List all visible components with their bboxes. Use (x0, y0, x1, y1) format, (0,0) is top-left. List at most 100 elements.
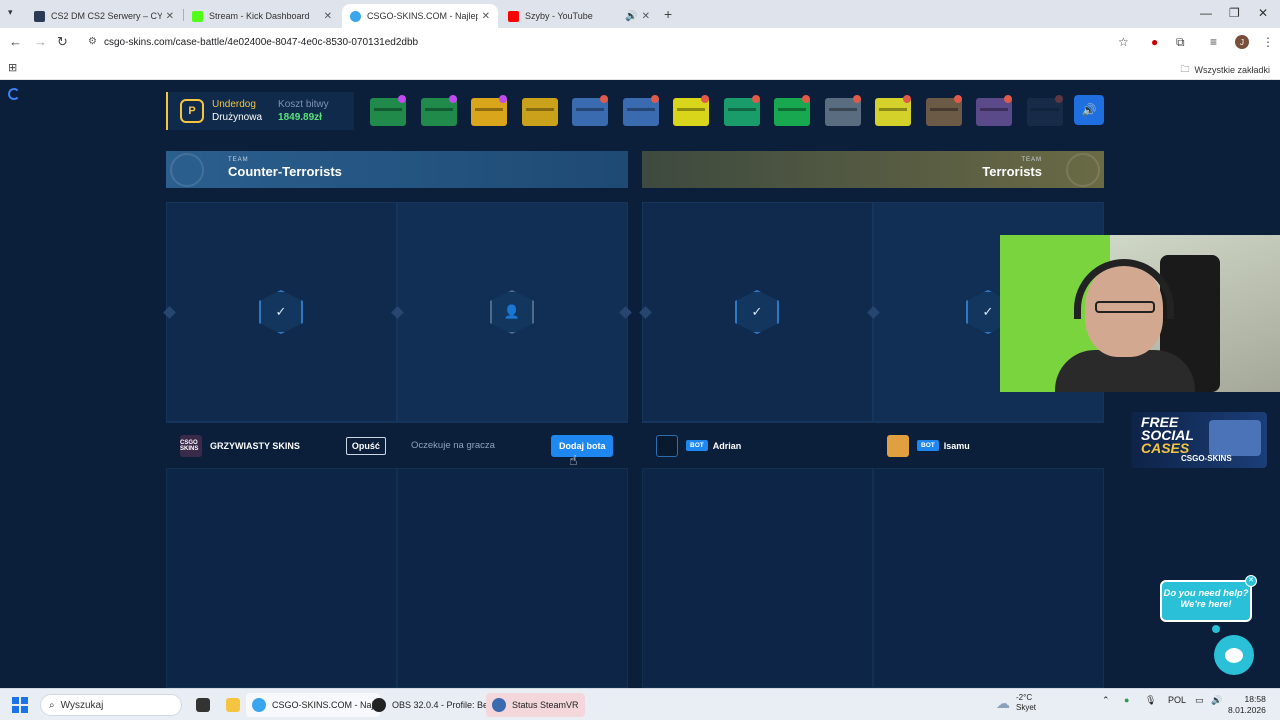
free-social-cases-banner[interactable]: FREE SOCIAL CASES CSGO-SKINS (1131, 412, 1267, 468)
extensions-puzzle-icon[interactable]: ⧉ (1176, 35, 1185, 50)
case-item[interactable] (370, 95, 406, 126)
case-item[interactable] (824, 95, 861, 126)
t-emblem-icon (1066, 153, 1100, 187)
team-t-banner: TEAM Terrorists (642, 151, 1104, 188)
display-icon[interactable]: ▭ (1195, 695, 1204, 706)
new-tab-icon[interactable]: + (664, 6, 672, 22)
forward-icon[interactable]: → (34, 34, 47, 49)
add-bot-button[interactable]: Dodaj bota (550, 434, 614, 457)
minimize-icon[interactable]: — (1200, 6, 1212, 20)
system-clock[interactable]: 18:58 8.01.2026 (1228, 694, 1266, 716)
task-view-icon[interactable] (190, 693, 216, 717)
folder-icon: 🗀 (1180, 64, 1190, 74)
tab-cs2-servers[interactable]: CS2 DM CS2 Serwery – CYBERS ✕ (26, 4, 182, 28)
kick-favicon-icon (192, 10, 203, 22)
reload-icon[interactable]: ↻ (57, 34, 68, 50)
case-badge-icon (1004, 95, 1012, 103)
tab-title: CS2 DM CS2 Serwery – CYBERS (51, 11, 162, 21)
case-item[interactable] (1026, 95, 1063, 126)
windows-start-icon[interactable] (12, 697, 28, 713)
chat-button[interactable] (1214, 635, 1254, 675)
case-badge-icon (650, 95, 659, 103)
promo-text: FREE SOCIAL CASES (1141, 415, 1194, 455)
media-controls-icon[interactable]: ≡ (1210, 35, 1217, 49)
windows-taskbar: ⌕ Wyszukaj CSGO-SKINS.COM - Naj OBS 32.0… (0, 688, 1280, 720)
close-icon[interactable]: ✕ (166, 11, 174, 22)
case-item[interactable] (420, 95, 457, 126)
clock-date: 8.01.2026 (1228, 705, 1266, 715)
chat-icon (1225, 647, 1243, 663)
help-bubble[interactable]: Do you need help? We're here! ✕ (1160, 575, 1257, 622)
address-bar[interactable]: ⚙ csgo-skins.com/case-battle/4e02400e-80… (80, 31, 1140, 53)
apps-grid-icon[interactable]: ⊞ (8, 61, 17, 74)
menu-icon[interactable]: ⋮ (1262, 35, 1274, 49)
close-icon[interactable]: ✕ (1245, 575, 1257, 587)
mode-line1: Underdog (212, 99, 256, 110)
volume-icon[interactable]: 🔊 (1211, 695, 1222, 706)
all-bookmarks[interactable]: 🗀 Wszystkie zakładki (1180, 62, 1270, 78)
weather-widget[interactable]: ☁ -2°C Skyet (996, 693, 1036, 713)
cost-label: Koszt bitwy (278, 99, 329, 110)
site-info-icon[interactable]: ⚙ (88, 36, 97, 47)
tab-kick-dashboard[interactable]: Stream - Kick Dashboard ✕ (184, 4, 340, 28)
case-item[interactable] (774, 95, 810, 126)
team-small-label: TEAM (1021, 157, 1042, 163)
close-icon[interactable]: ✕ (642, 11, 650, 22)
help-line1: Do you need help? (1163, 588, 1249, 599)
close-icon[interactable]: ✕ (482, 11, 490, 22)
close-window-icon[interactable]: ✕ (1258, 6, 1268, 20)
weather-desc: Skyet (1016, 703, 1037, 712)
case-item[interactable] (622, 95, 659, 126)
promo-brand: CSGO-SKINS (1181, 454, 1232, 463)
case-item[interactable] (673, 95, 709, 126)
team-small-label: TEAM (228, 157, 249, 163)
taskbar-app-obs[interactable]: OBS 32.0.4 - Profile: Bez (366, 693, 499, 717)
case-item[interactable] (521, 98, 558, 126)
taskbar-search[interactable]: ⌕ Wyszukaj (40, 694, 182, 716)
speaker-icon: 🔊 (1081, 103, 1097, 117)
case-item[interactable] (976, 95, 1012, 126)
player-name: Adrian (712, 440, 742, 451)
search-placeholder: Wyszukaj (60, 699, 104, 711)
leave-button[interactable]: Opuść (345, 436, 386, 455)
mode-line2: Drużynowa (212, 112, 263, 123)
tray-app-icon[interactable]: ● (1124, 695, 1129, 705)
case-item[interactable] (723, 95, 760, 126)
tab-search-icon[interactable]: ▾ (8, 7, 13, 18)
tab-youtube[interactable]: Szyby - YouTube 🔊 ✕ (500, 4, 658, 28)
extension-opera-icon[interactable]: ● (1151, 35, 1158, 49)
case-item[interactable] (925, 95, 962, 126)
bookmark-star-icon[interactable]: ☆ (1118, 35, 1129, 49)
url-text: csgo-skins.com/case-battle/4e02400e-8047… (104, 36, 419, 48)
player-row-2: Oczekuje na gracza Dodaj bota (397, 422, 628, 468)
player-row-4: BOT Isamu (873, 422, 1104, 468)
player-row-1: CSGO SKINS GRZYWIASTY SKINS Opuść (166, 422, 397, 468)
tray-overflow-icon[interactable]: ⌃ (1102, 695, 1110, 706)
file-explorer-icon[interactable] (220, 693, 246, 717)
avatar (887, 434, 909, 457)
browser-toolbar: ← → ↻ ⚙ csgo-skins.com/case-battle/4e024… (0, 28, 1280, 56)
csgo-skins-favicon-icon (350, 10, 361, 22)
case-item[interactable] (875, 95, 911, 126)
case-badge-icon (751, 95, 760, 103)
obs-icon (372, 698, 386, 712)
webcam-overlay (1000, 235, 1280, 392)
case-badge-icon (903, 95, 911, 103)
speaker-icon[interactable]: 🔊 (625, 11, 637, 22)
back-icon[interactable]: ← (9, 34, 22, 49)
tab-title: CSGO-SKINS.COM - Najlepsze (367, 11, 478, 21)
taskbar-app-steamvr[interactable]: Status SteamVR (486, 693, 585, 717)
taskbar-app-chrome[interactable]: CSGO-SKINS.COM - Naj (246, 693, 380, 717)
case-item[interactable] (471, 95, 507, 126)
restore-icon[interactable]: ❐ (1229, 6, 1240, 20)
microphone-icon[interactable]: 🎙 (1145, 695, 1156, 706)
profile-avatar[interactable]: J (1235, 35, 1249, 49)
tab-csgo-skins[interactable]: CSGO-SKINS.COM - Najlepsze ✕ (342, 4, 498, 28)
tab-title: Stream - Kick Dashboard (209, 11, 310, 21)
drops-slot-3 (642, 468, 873, 688)
team-t-name: Terrorists (982, 164, 1042, 179)
close-icon[interactable]: ✕ (324, 11, 332, 22)
language-indicator[interactable]: POL (1168, 695, 1186, 705)
case-item[interactable] (572, 95, 608, 126)
sound-toggle-button[interactable]: 🔊 (1074, 95, 1104, 125)
